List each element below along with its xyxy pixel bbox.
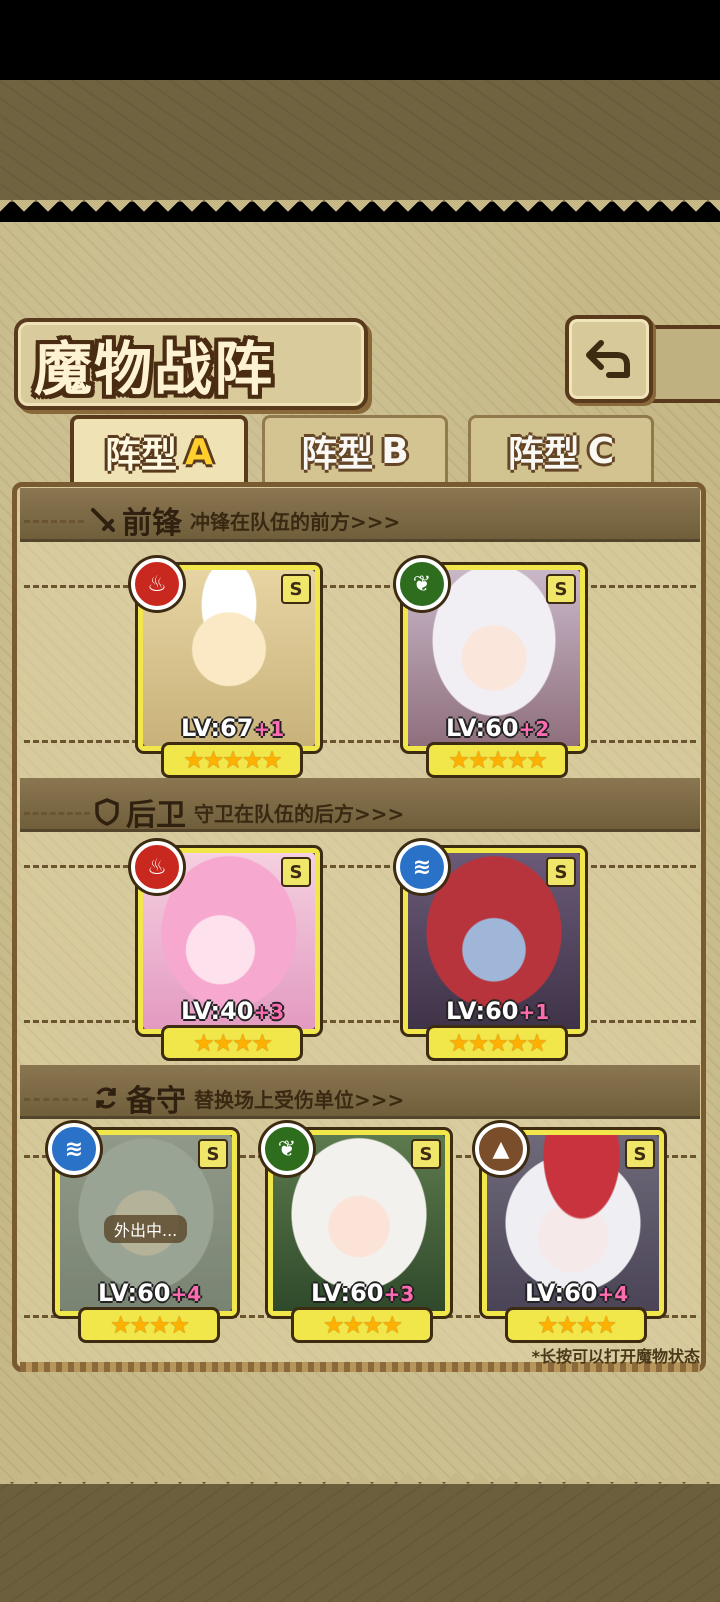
section-title: 备守 — [126, 1084, 186, 1119]
monster-card-front-2[interactable]: ❦ S LV:60+2 ★★★★★ — [396, 558, 585, 778]
monster-card-reserve-1[interactable]: ≋ S 外出中... LV:60+4 ★★★★ — [48, 1123, 237, 1343]
section-title: 前锋 — [122, 506, 182, 541]
map-background-bottom — [0, 1480, 720, 1602]
section-desc: 守卫在队伍的后方>>> — [194, 801, 405, 826]
section-desc: 冲锋在队伍的前方>>> — [190, 509, 401, 534]
water-element-icon: ≋ — [48, 1123, 100, 1175]
long-press-hint: *长按可以打开魔物状态 — [531, 1347, 700, 1366]
rank-badge: S — [411, 1139, 441, 1169]
section-reserve: 备守 替换场上受伤单位>>> — [92, 1078, 405, 1119]
map-background-top — [0, 80, 720, 202]
divider — [24, 1020, 696, 1023]
rank-badge: S — [546, 857, 576, 887]
level-label: LV:60+1 — [446, 997, 550, 1025]
rank-badge: S — [198, 1139, 228, 1169]
page-title: 魔物战阵 — [34, 335, 275, 403]
star-rating: ★★★★ — [505, 1307, 647, 1343]
back-button[interactable] — [565, 315, 653, 403]
status-bar — [0, 0, 720, 80]
level-label: LV:60+4 — [98, 1279, 202, 1307]
star-rating: ★★★★★ — [161, 742, 303, 778]
status-badge: 外出中... — [104, 1215, 188, 1243]
divider — [24, 865, 696, 868]
rank-badge: S — [546, 574, 576, 604]
divider — [24, 1098, 88, 1101]
section-rear: 后卫 守卫在队伍的后方>>> — [94, 792, 405, 833]
level-label: LV:60+3 — [311, 1279, 415, 1307]
tab-letter: A — [185, 431, 213, 473]
water-element-icon: ≋ — [396, 841, 448, 893]
divider — [24, 740, 696, 743]
leaf-element-icon: ❦ — [396, 558, 448, 610]
tab-label: 阵型 — [507, 434, 580, 475]
rank-badge: S — [281, 574, 311, 604]
level-label: LV:60+4 — [525, 1279, 629, 1307]
monster-card-reserve-3[interactable]: ▲ S LV:60+4 ★★★★ — [475, 1123, 664, 1343]
panel-edge-top — [0, 200, 720, 224]
star-rating: ★★★★ — [78, 1307, 220, 1343]
star-rating: ★★★★★ — [426, 742, 568, 778]
leaf-element-icon: ❦ — [261, 1123, 313, 1175]
level-label: LV:60+2 — [446, 714, 550, 742]
monster-card-front-1[interactable]: ♨ S LV:67+1 ★★★★★ — [131, 558, 320, 778]
divider — [24, 812, 90, 815]
earth-element-icon: ▲ — [475, 1123, 527, 1175]
fire-element-icon: ♨ — [131, 841, 183, 893]
monster-card-rear-2[interactable]: ≋ S LV:60+1 ★★★★★ — [396, 841, 585, 1061]
tab-formation-b[interactable]: 阵型 B — [262, 415, 448, 484]
back-tab — [645, 325, 720, 403]
tab-formation-a[interactable]: 阵型 A — [70, 415, 248, 485]
divider — [24, 520, 84, 523]
tab-label: 阵型 — [301, 434, 374, 475]
tab-letter: B — [381, 430, 409, 472]
rank-badge: S — [625, 1139, 655, 1169]
level-label: LV:40+3 — [181, 997, 285, 1025]
tab-letter: C — [587, 430, 615, 472]
section-front: 前锋 冲锋在队伍的前方>>> — [90, 500, 401, 541]
shield-icon — [95, 798, 119, 826]
divider — [24, 585, 696, 588]
back-arrow-icon — [586, 340, 630, 378]
tab-label: 阵型 — [105, 435, 178, 476]
sword-icon — [91, 508, 115, 532]
star-rating: ★★★★ — [161, 1025, 303, 1061]
section-title: 后卫 — [126, 798, 186, 833]
star-rating: ★★★★ — [291, 1307, 433, 1343]
panel-edge-bottom — [0, 1460, 720, 1484]
level-label: LV:67+1 — [181, 714, 285, 742]
rank-badge: S — [281, 857, 311, 887]
tab-formation-c[interactable]: 阵型 C — [468, 415, 654, 484]
star-rating: ★★★★★ — [426, 1025, 568, 1061]
swap-icon — [96, 1087, 116, 1109]
monster-card-reserve-2[interactable]: ❦ S LV:60+3 ★★★★ — [261, 1123, 450, 1343]
fire-element-icon: ♨ — [131, 558, 183, 610]
section-desc: 替换场上受伤单位>>> — [194, 1087, 405, 1112]
monster-card-rear-1[interactable]: ♨ S LV:40+3 ★★★★ — [131, 841, 320, 1061]
